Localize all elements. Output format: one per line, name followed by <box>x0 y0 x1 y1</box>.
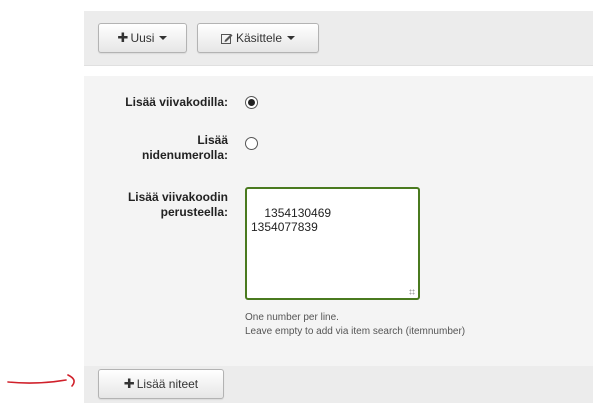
new-dropdown-button[interactable]: ✚ Uusi <box>98 23 187 53</box>
hint-one-per-line: One number per line. <box>245 312 339 323</box>
red-arrow-icon <box>7 374 75 387</box>
plus-icon: ✚ <box>123 376 135 391</box>
toolbar: ✚ Uusi Käsittele <box>84 11 593 66</box>
caret-down-icon <box>159 36 168 40</box>
handle-button-label: Käsittele <box>235 31 283 45</box>
plus-icon: ✚ <box>117 30 129 45</box>
itemnumber-mode-label-line2: nidenumerolla: <box>141 148 228 162</box>
barcode-list-label-line1: Lisää viivakoodin <box>127 190 228 204</box>
resize-grip-icon[interactable] <box>409 289 415 295</box>
barcodes-textarea-value: 1354130469 1354077839 <box>251 206 332 234</box>
barcode-list-label-line2: perusteella: <box>160 205 228 219</box>
caret-down-icon <box>287 36 296 40</box>
barcodes-textarea[interactable]: 1354130469 1354077839 <box>245 187 420 300</box>
form-actions: ✚ Lisää niteet <box>84 366 593 403</box>
page: ✚ Uusi Käsittele Lisää viivakodilla: Lis… <box>0 0 593 403</box>
barcode-mode-label: Lisää viivakodilla: <box>125 95 228 109</box>
barcode-mode-radio[interactable] <box>245 96 258 109</box>
handle-dropdown-button[interactable]: Käsittele <box>197 23 319 53</box>
edit-icon <box>220 33 233 44</box>
hint-empty-search: Leave empty to add via item search (item… <box>245 326 466 337</box>
itemnumber-mode-label-line1: Lisää <box>197 133 228 147</box>
add-items-button[interactable]: ✚ Lisää niteet <box>98 369 224 399</box>
add-items-button-label: Lisää niteet <box>136 377 199 391</box>
new-button-label: Uusi <box>130 31 155 45</box>
itemnumber-mode-radio[interactable] <box>245 137 258 150</box>
